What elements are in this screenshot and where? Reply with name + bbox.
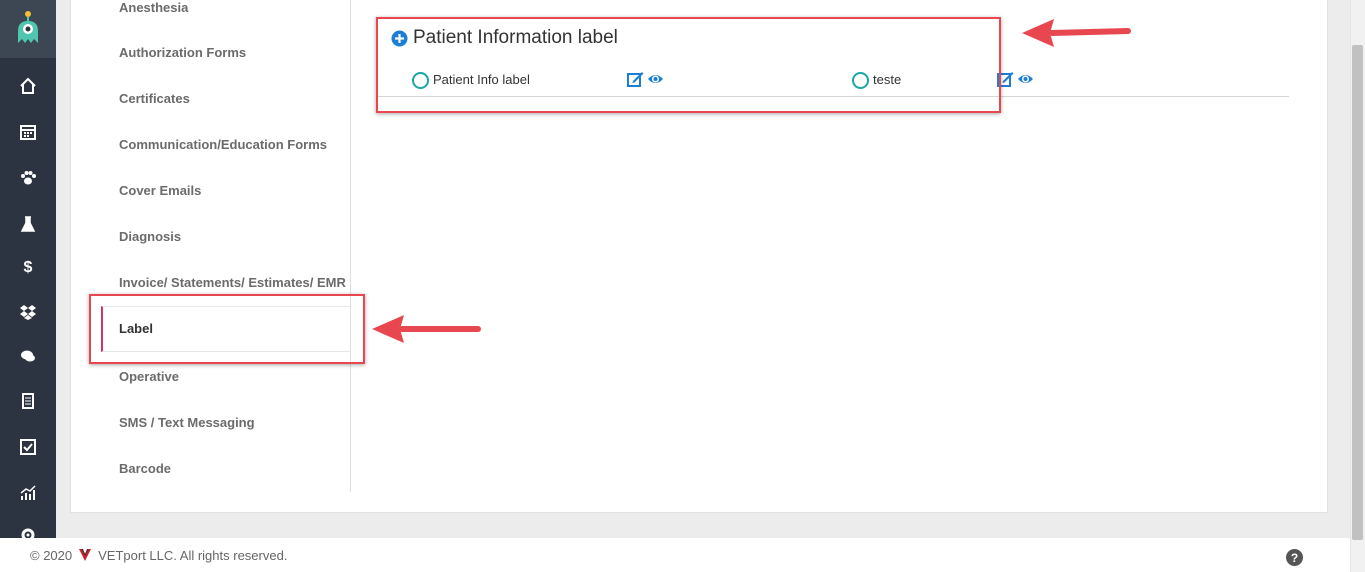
menu-item-operative[interactable]: Operative [119,369,179,384]
vetport-logo-icon [78,548,92,562]
chart-icon[interactable] [0,481,56,505]
scrollbar-thumb[interactable] [1352,45,1363,540]
annotation-box-section [376,17,1001,113]
paw-icon[interactable] [0,166,56,190]
template-category-menu: Anesthesia Authorization Forms Certifica… [71,0,351,492]
label-actions-2 [997,71,1034,87]
menu-item-certificates[interactable]: Certificates [119,91,190,106]
calendar-icon[interactable] [0,120,56,144]
menu-item-sms-text-messaging[interactable]: SMS / Text Messaging [119,415,255,430]
gear-icon[interactable] [0,526,56,538]
copyright-text: © 2020 [30,547,73,563]
dropbox-icon[interactable] [0,300,56,324]
annotation-arrow-icon [372,315,481,343]
menu-item-communication-education-forms[interactable]: Communication/Education Forms [119,137,327,152]
chat-icon[interactable] [0,344,56,368]
menu-item-authorization-forms[interactable]: Authorization Forms [119,45,246,60]
menu-item-anesthesia[interactable]: Anesthesia [119,0,188,15]
document-icon[interactable] [0,389,56,413]
flask-icon[interactable] [0,212,56,236]
monster-logo-icon [18,11,38,43]
menu-item-invoice-statements[interactable]: Invoice/ Statements/ Estimates/ EMR [119,275,346,290]
company-text: VETport LLC. All rights reserved. [98,547,288,563]
help-icon[interactable]: ? [1286,549,1303,566]
checkbox-icon[interactable] [0,435,56,459]
annotation-box-label-menu [89,294,365,364]
menu-item-barcode[interactable]: Barcode [119,461,171,476]
menu-item-diagnosis[interactable]: Diagnosis [119,229,181,244]
left-nav-rail: $ [0,0,56,538]
menu-item-cover-emails[interactable]: Cover Emails [119,183,201,198]
page-footer: © 2020 VETport LLC. All rights reserved. [0,538,1350,572]
view-eye-icon[interactable] [1017,71,1034,87]
annotation-arrow-icon [1022,19,1131,47]
svg-text:$: $ [24,259,33,275]
dollar-icon[interactable]: $ [0,254,56,278]
app-logo[interactable] [0,0,56,58]
home-icon[interactable] [0,74,56,98]
